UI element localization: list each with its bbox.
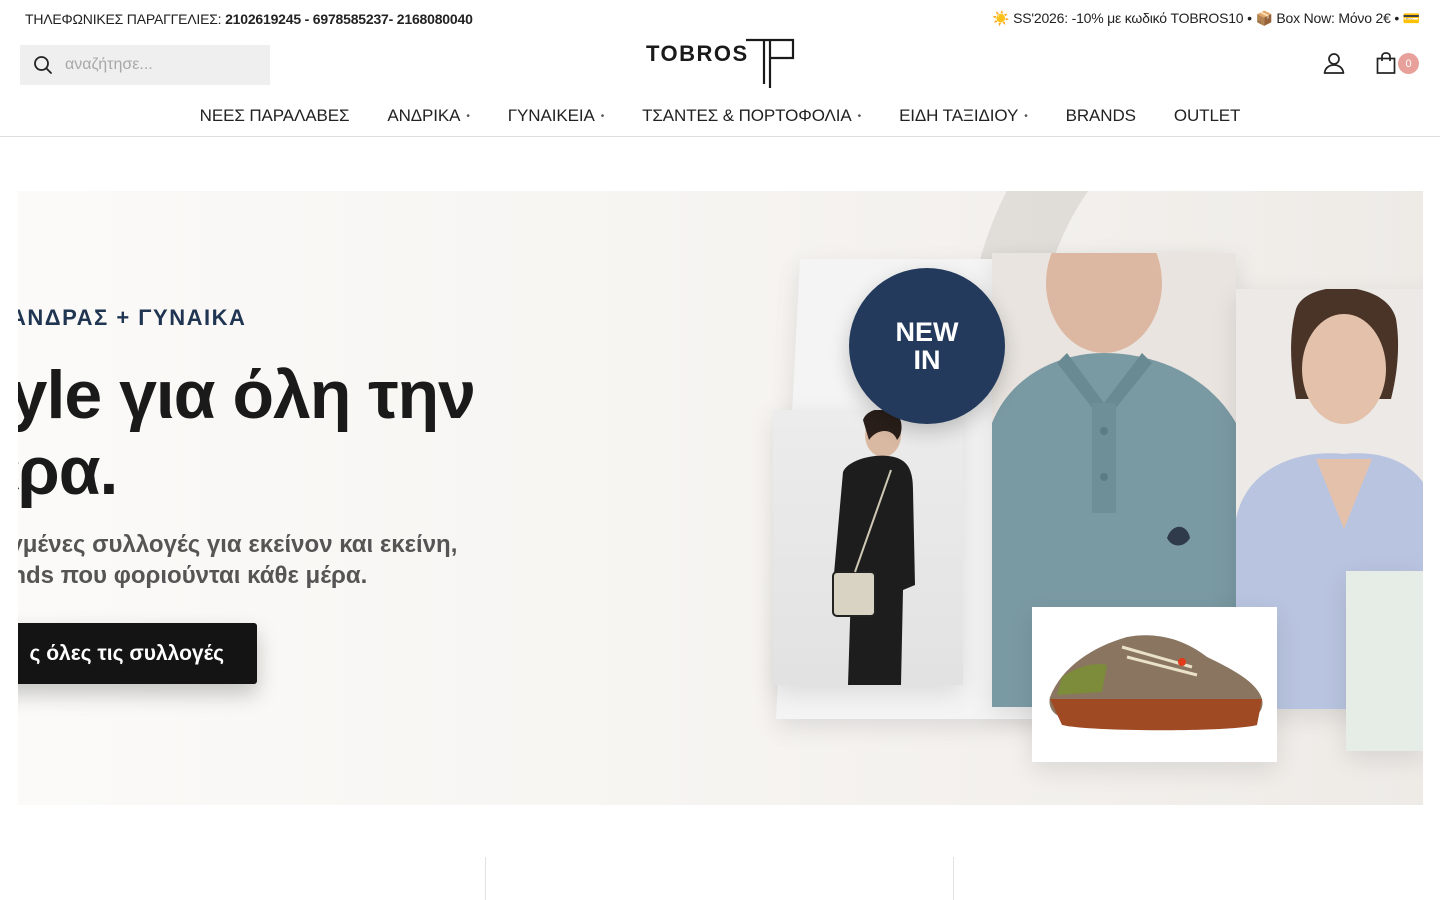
nav-item-label: OUTLET [1173, 106, 1241, 125]
hero-subtitle-line1: εγμένες συλλογές για εκείνον και εκείνη, [18, 531, 458, 558]
product-image-man-black[interactable] [773, 408, 963, 685]
account-icon[interactable] [1322, 51, 1346, 75]
top-bar: ΤΗΛΕΦΩΝΙΚΕΣ ΠΑΡΑΓΓΕΛΙΕΣ: 2102619245 - 69… [0, 0, 1440, 36]
cart-icon[interactable] [1374, 51, 1398, 75]
dropdown-indicator-icon: • [466, 110, 470, 122]
hero-title-line1: tyle για όλη την [18, 357, 476, 433]
dropdown-indicator-icon: • [1024, 110, 1028, 122]
phone-orders-label: ΤΗΛΕΦΩΝΙΚΕΣ ΠΑΡΑΓΓΕΛΙΕΣ: [25, 11, 222, 27]
new-in-badge-line1: NEW [895, 317, 959, 347]
nav-item-ειδη-ταξιδιου[interactable]: ΕΙΔΗ ΤΑΞΙΔΙΟΥ • [899, 106, 1028, 126]
hero-banner[interactable]: ΑΝΔΡΑΣ + ΓΥΝΑΙΚΑ tyle για όλη την έρα. ε… [18, 191, 1423, 805]
dropdown-indicator-icon: • [600, 110, 605, 122]
nav-item-γυναικεια[interactable]: ΓΥΝΑΙΚΕΙΑ • [508, 106, 604, 126]
product-image-edge[interactable] [1346, 571, 1423, 751]
nav-item-νεες-παραλαβες[interactable]: ΝΕΕΣ ΠΑΡΑΛΑΒΕΣ [200, 106, 350, 126]
hero-cta-button[interactable]: ς όλες τις συλλογές [18, 623, 257, 684]
section-divider [485, 857, 486, 900]
product-image-sneaker[interactable] [1032, 607, 1277, 762]
nav-item-label: ΓΥΝΑΙΚΕΙΑ [507, 106, 595, 125]
nav-item-outlet[interactable]: OUTLET [1173, 106, 1241, 126]
header-divider [0, 136, 1440, 137]
sneaker-illustration [1049, 635, 1263, 731]
hero-subtitle: εγμένες συλλογές για εκείνον και εκείνη,… [18, 529, 457, 591]
search-input[interactable] [65, 56, 245, 74]
nav-item-brands[interactable]: BRANDS [1066, 106, 1136, 126]
section-divider [953, 857, 954, 900]
phone-numbers[interactable]: 2102619245 - 6978585237- 2168080040 [225, 11, 473, 27]
hero-title-line2: έρα. [18, 433, 118, 509]
new-in-badge[interactable]: NEW IN [849, 268, 1005, 424]
main-nav: ΝΕΕΣ ΠΑΡΑΛΑΒΕΣ ΑΝΔΡΙΚΑ • ΓΥΝΑΙΚΕΙΑ • ΤΣΑΝΤΕΣ … [0, 96, 1440, 136]
search-icon[interactable] [33, 55, 53, 75]
man-black-illustration [832, 408, 915, 685]
search-box[interactable] [20, 45, 270, 85]
nav-item-label: BRANDS [1065, 106, 1136, 125]
dropdown-indicator-icon: • [857, 110, 862, 122]
nav-item-τσαντες-πορτοφολια[interactable]: ΤΣΑΝΤΕΣ & ΠΟΡΤΟΦΟΛΙΑ • [642, 106, 861, 126]
hero-eyebrow: ΑΝΔΡΑΣ + ΓΥΝΑΙΚΑ [18, 305, 247, 330]
nav-item-label: ΕΙΔΗ ΤΑΞΙΔΙΟΥ [899, 106, 1019, 125]
cart-count-badge[interactable]: 0 [1398, 53, 1419, 74]
hero-title: tyle για όλη την έρα. [18, 357, 476, 509]
hero-subtitle-line2: ands που φοριούνται κάθε μέρα. [18, 562, 368, 589]
site-logo[interactable]: TOBROS [646, 36, 796, 92]
promo-ticker: ☀️ SS'2026: -10% με κωδικό TOBROS10 • 📦 … [992, 10, 1420, 26]
nav-item-label: ΤΣΑΝΤΕΣ & ΠΟΡΤΟΦΟΛΙΑ [642, 106, 852, 125]
nav-item-label: ΑΝΔΡΙΚΑ [387, 106, 461, 125]
logo-text: TOBROS [646, 41, 749, 66]
phone-orders: ΤΗΛΕΦΩΝΙΚΕΣ ΠΑΡΑΓΓΕΛΙΕΣ: 2102619245 - 69… [25, 11, 473, 27]
nav-item-ανδρικα[interactable]: ΑΝΔΡΙΚΑ • [387, 106, 470, 126]
nav-item-label: ΝΕΕΣ ΠΑΡΑΛΑΒΕΣ [199, 106, 350, 125]
new-in-badge-line2: IN [913, 345, 941, 375]
